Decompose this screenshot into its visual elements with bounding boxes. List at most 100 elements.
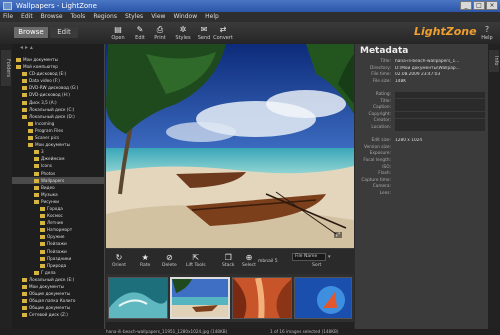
thumbnail-size-label: mbnail 5 bbox=[258, 259, 278, 264]
rate-button[interactable]: ★ Rate bbox=[140, 252, 150, 268]
maximize-icon[interactable]: □ bbox=[473, 1, 485, 10]
sort-select[interactable]: File Name bbox=[292, 253, 326, 261]
menu-view[interactable]: View bbox=[151, 12, 165, 22]
metadata-field-input[interactable] bbox=[395, 125, 485, 132]
menu-edit[interactable]: Edit bbox=[21, 12, 33, 22]
menu-tools[interactable]: Tools bbox=[71, 12, 86, 22]
menu-regions[interactable]: Regions bbox=[93, 12, 117, 22]
folder-tree-item[interactable]: Видео bbox=[12, 184, 104, 191]
menu-styles[interactable]: Styles bbox=[125, 12, 143, 22]
stack-button[interactable]: ❐ Stack bbox=[222, 252, 234, 268]
rate-label: Rate bbox=[140, 263, 151, 268]
thumbnail[interactable] bbox=[294, 277, 352, 319]
folder-tree-item[interactable]: Праздники bbox=[12, 255, 104, 262]
folder-icon bbox=[22, 107, 27, 112]
folder-tree-item[interactable]: Диск 3,5 (A:) bbox=[12, 99, 104, 106]
edit-button[interactable]: ✎ Edit bbox=[130, 24, 150, 43]
thumbnail[interactable] bbox=[108, 277, 168, 319]
folder-label: Пейзажи bbox=[47, 241, 67, 247]
folder-tree-item[interactable]: Общие документы bbox=[12, 304, 104, 311]
info-tab[interactable]: Info bbox=[489, 50, 499, 72]
folder-tree-item[interactable]: 3 bbox=[12, 148, 104, 155]
folder-label: Летние bbox=[47, 220, 64, 226]
minimize-icon[interactable]: _ bbox=[460, 1, 472, 10]
browse-mode-tab[interactable]: Browse bbox=[14, 27, 48, 38]
metadata-field-label: Edit size: bbox=[371, 138, 391, 144]
folder-tree-item[interactable]: Пейзажи bbox=[12, 240, 104, 247]
convert-button[interactable]: ⇄ Convert bbox=[213, 24, 233, 43]
open-button[interactable]: ▤ Open bbox=[108, 24, 128, 43]
folder-nav: ◂ ▸ ▴ bbox=[12, 44, 104, 52]
menu-browse[interactable]: Browse bbox=[41, 12, 63, 22]
metadata-field-input[interactable] bbox=[395, 118, 485, 125]
folder-tree-item[interactable]: Летние bbox=[12, 219, 104, 226]
metadata-row: Title: hana-ili-beach-wallpapers_1... bbox=[355, 59, 488, 66]
orient-button[interactable]: ↻ Orient bbox=[112, 252, 126, 268]
forward-icon[interactable]: ▸ bbox=[25, 44, 28, 51]
folder-tree-item[interactable]: Photos bbox=[12, 170, 104, 177]
folder-tree-item[interactable]: DVD-RW дисковод (G:) bbox=[12, 84, 104, 91]
folder-tree-item[interactable]: Натюрморт bbox=[12, 226, 104, 233]
select-button[interactable]: ⊕ Select bbox=[242, 252, 256, 268]
thumbnail-selected[interactable] bbox=[170, 277, 230, 319]
metadata-row: Flash: bbox=[355, 171, 488, 178]
folder-tree-item[interactable]: Природа bbox=[12, 262, 104, 269]
folder-tree-item[interactable]: Рисунки bbox=[12, 198, 104, 205]
folder-tree-item[interactable]: Г дела bbox=[12, 269, 104, 276]
folder-tree-item[interactable]: Музыка bbox=[12, 191, 104, 198]
folder-tree-item[interactable]: Program Files bbox=[12, 127, 104, 134]
lift-tools-button[interactable]: ⇱ Lift Tools bbox=[186, 252, 206, 268]
folder-label: Wallpapers bbox=[41, 177, 65, 183]
menu-window[interactable]: Window bbox=[173, 12, 197, 22]
back-icon[interactable]: ◂ bbox=[20, 44, 23, 51]
folder-tree-item[interactable]: Wallpapers bbox=[12, 176, 104, 184]
folder-tree-item[interactable]: Джеймсом bbox=[12, 155, 104, 162]
folder-tree-item[interactable]: Общие документы bbox=[12, 290, 104, 297]
folder-tree-item[interactable]: Космос bbox=[12, 212, 104, 219]
folder-tree-item[interactable]: Локальный диск (E:) bbox=[12, 276, 104, 283]
folder-tree-item[interactable]: Сетевой диск (Z:) bbox=[12, 311, 104, 318]
folder-icon bbox=[22, 93, 27, 98]
folder-icon bbox=[34, 185, 39, 190]
folder-tree-item[interactable]: Scaner pics bbox=[12, 134, 104, 141]
delete-button[interactable]: ⊘ Delete bbox=[162, 252, 177, 268]
styles-button[interactable]: ✲ Styles bbox=[173, 24, 193, 43]
folder-tree-item[interactable]: CD-дисковод (E:) bbox=[12, 70, 104, 77]
folder-icon bbox=[22, 86, 27, 91]
metadata-field-input[interactable] bbox=[395, 105, 485, 112]
close-icon[interactable]: × bbox=[486, 1, 498, 10]
metadata-field-input[interactable] bbox=[395, 112, 485, 119]
folder-tree-item[interactable]: Города bbox=[12, 205, 104, 212]
metadata-field-label: File time: bbox=[371, 72, 391, 78]
edit-icon: ✎ bbox=[136, 25, 144, 34]
image-preview[interactable]: ⤢ bbox=[106, 44, 354, 248]
metadata-field-input[interactable] bbox=[395, 98, 485, 105]
up-icon[interactable]: ▴ bbox=[30, 44, 33, 51]
folder-tree-item[interactable]: DVD-дисковод (H:) bbox=[12, 91, 104, 98]
menu-file[interactable]: File bbox=[3, 12, 13, 22]
folder-tree-item[interactable]: Локальный диск (C:) bbox=[12, 106, 104, 113]
folder-tree-item[interactable]: Мои документы bbox=[12, 283, 104, 290]
send-button[interactable]: ✉ Send bbox=[194, 24, 214, 43]
folder-tree-item[interactable]: Пейзажи bbox=[12, 248, 104, 255]
menu-help[interactable]: Help bbox=[205, 12, 219, 22]
folder-tree-item[interactable]: Локальный диск (D:) bbox=[12, 113, 104, 120]
thumbnail[interactable] bbox=[232, 277, 292, 319]
sort-dropdown-icon[interactable]: ▾ bbox=[328, 254, 331, 260]
edit-mode-tab[interactable]: Edit bbox=[50, 27, 78, 38]
folder-tree-item[interactable]: Data video (F:) bbox=[12, 77, 104, 84]
folder-tree-item[interactable]: Icons bbox=[12, 162, 104, 169]
folder-icon bbox=[22, 277, 27, 282]
help-button[interactable]: ? Help bbox=[480, 24, 494, 41]
folder-tree-item[interactable]: Мои документы bbox=[12, 141, 104, 148]
folder-label: Диск 3,5 (A:) bbox=[29, 99, 57, 105]
folder-tree-item[interactable]: Оружие bbox=[12, 233, 104, 240]
folder-tree-item[interactable]: Мой компьютер bbox=[12, 63, 104, 70]
metadata-field-input[interactable] bbox=[395, 92, 485, 99]
folder-tree-item[interactable]: Мои документы bbox=[12, 56, 104, 63]
rotate-icon: ↻ bbox=[115, 253, 123, 262]
print-button[interactable]: ⎙ Print bbox=[150, 24, 170, 43]
folder-tree-item[interactable]: Общая папка Колиго bbox=[12, 297, 104, 304]
folder-tree-item[interactable]: Incoming bbox=[12, 120, 104, 127]
folders-tab[interactable]: Folders bbox=[1, 50, 11, 86]
